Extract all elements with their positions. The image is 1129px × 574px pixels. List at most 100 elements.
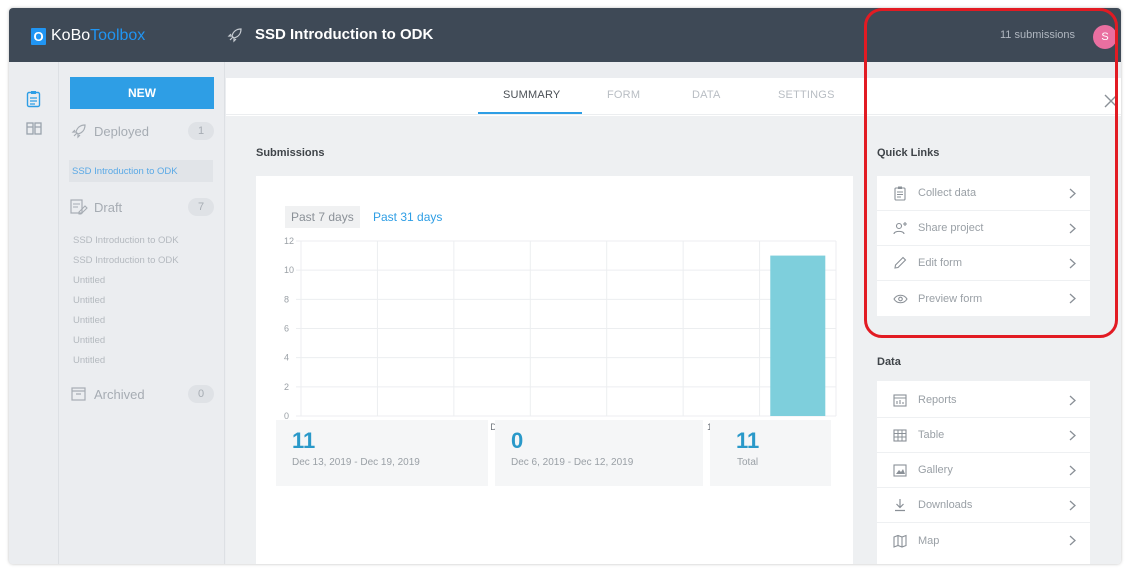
draft-item[interactable]: Untitled: [70, 270, 214, 290]
draft-item[interactable]: SSD Introduction to ODK: [70, 230, 214, 250]
quick-link-label: Preview form: [918, 292, 983, 305]
chevron-right-icon: [1069, 465, 1076, 475]
quick-links-heading: Quick Links: [877, 147, 940, 159]
forms-icon[interactable]: [26, 90, 41, 108]
data-link-gallery[interactable]: Gallery: [877, 453, 1090, 488]
quick-link-label: Share project: [918, 222, 984, 234]
tab-form[interactable]: FORM: [607, 89, 640, 101]
logo-text-kobo: KoBo: [51, 27, 91, 44]
stat-last-week: 0 Dec 6, 2019 - Dec 12, 2019: [495, 420, 703, 486]
tab-settings[interactable]: SETTINGS: [778, 89, 835, 101]
map-icon: [892, 534, 907, 548]
draft-count-badge: 7: [188, 198, 214, 216]
tab-summary[interactable]: SUMMARY: [503, 89, 560, 101]
logo-mark: O: [31, 27, 46, 45]
tab-data[interactable]: DATA: [692, 89, 721, 101]
gallery-icon: [893, 463, 907, 477]
table-icon: [893, 428, 907, 442]
draft-item[interactable]: Untitled: [70, 290, 214, 310]
kobotoolbox-logo[interactable]: O KoBo Toolbox: [31, 27, 145, 45]
draft-item[interactable]: Untitled: [70, 350, 214, 370]
data-link-label: Gallery: [918, 464, 953, 476]
submissions-chart-card: Past 7 days Past 31 days 02468101213 Dec…: [256, 176, 853, 564]
archived-count-badge: 0: [188, 385, 214, 403]
range-past-7-days[interactable]: Past 7 days: [285, 206, 360, 228]
clipboard-icon: [894, 186, 906, 201]
data-link-map[interactable]: Map: [877, 523, 1090, 558]
deployed-item[interactable]: SSD Introduction to ODK: [69, 160, 213, 182]
library-icon[interactable]: [26, 120, 42, 136]
quick-link-share-project[interactable]: Share project: [877, 211, 1090, 246]
archived-label: Archived: [94, 386, 145, 402]
stat-total: 11 Total: [710, 420, 831, 486]
data-link-label: Table: [918, 429, 945, 441]
stat-label: Dec 13, 2019 - Dec 19, 2019: [292, 457, 420, 468]
project-tabs: SUMMARY FORM DATA SETTINGS: [226, 78, 1121, 115]
data-link-label: Downloads: [918, 499, 973, 511]
stat-value: 11: [292, 428, 316, 453]
y-tick-label: 10: [284, 265, 294, 275]
y-tick-label: 2: [284, 382, 289, 392]
data-link-label: Map: [918, 534, 940, 547]
draft-item[interactable]: Untitled: [70, 330, 214, 350]
stat-label: Dec 6, 2019 - Dec 12, 2019: [511, 457, 634, 468]
stat-this-week: 11 Dec 13, 2019 - Dec 19, 2019: [276, 420, 488, 486]
data-link-table[interactable]: Table: [877, 418, 1090, 453]
archive-icon: [71, 387, 86, 401]
data-heading: Data: [877, 356, 901, 368]
chevron-right-icon: [1069, 535, 1076, 546]
draft-item[interactable]: Untitled: [70, 310, 214, 330]
quick-link-edit-form[interactable]: Edit form: [877, 246, 1090, 281]
stat-value: 11: [736, 428, 760, 453]
draft-header[interactable]: Draft 7: [70, 197, 214, 217]
data-link-downloads[interactable]: Downloads: [877, 488, 1090, 523]
main-panel: SUMMARY FORM DATA SETTINGS Submissions P…: [226, 78, 1121, 564]
y-tick-label: 12: [284, 236, 294, 246]
chart-bar: [770, 255, 826, 416]
chevron-right-icon: [1069, 430, 1076, 440]
quick-link-collect-data[interactable]: Collect data: [877, 176, 1090, 211]
quick-link-preview-form[interactable]: Preview form: [877, 281, 1090, 316]
quick-link-label: Collect data: [918, 187, 977, 199]
draft-label: Draft: [94, 199, 123, 215]
rocket-icon: [227, 27, 242, 42]
quick-link-label: Edit form: [918, 257, 963, 269]
submission-count: 11 submissions: [1000, 29, 1075, 41]
top-header: O KoBo Toolbox SSD Introduction to ODK 11…: [9, 8, 1121, 62]
draft-icon: [70, 199, 88, 215]
app-window: O KoBo Toolbox SSD Introduction to ODK 11…: [9, 8, 1121, 564]
add-user-icon: [892, 222, 907, 235]
summary-content: Submissions Past 7 days Past 31 days 0 2 4…: [226, 116, 1121, 564]
submissions-heading: Submissions: [256, 147, 325, 159]
stat-label: Total: [737, 457, 759, 468]
rocket-icon: [71, 124, 86, 139]
project-title-text: SSD Introduction to ODK: [255, 26, 434, 43]
range-past-31-days[interactable]: Past 31 days: [373, 206, 442, 228]
data-link-reports[interactable]: Reports: [877, 383, 1090, 418]
chevron-right-icon: [1069, 500, 1076, 510]
avatar[interactable]: S: [1093, 25, 1117, 49]
archived-header[interactable]: Archived 0: [70, 384, 214, 404]
y-tick-label: 8: [284, 294, 289, 304]
chevron-right-icon: [1069, 223, 1076, 233]
deployed-header[interactable]: Deployed 1: [70, 121, 214, 141]
close-icon[interactable]: [1104, 94, 1118, 108]
logo-text-toolbox: Toolbox: [90, 27, 146, 44]
stat-value: 0: [511, 428, 524, 453]
chevron-right-icon: [1069, 258, 1076, 268]
chevron-right-icon: [1069, 293, 1076, 304]
data-link-label: Reports: [918, 394, 957, 406]
icon-rail: [9, 62, 59, 564]
chevron-right-icon: [1069, 395, 1076, 405]
chevron-right-icon: [1069, 188, 1076, 198]
new-button[interactable]: NEW: [70, 77, 214, 109]
draft-item[interactable]: SSD Introduction to ODK: [70, 250, 214, 270]
deployed-label: Deployed: [94, 123, 149, 139]
project-title: SSD Introduction to ODK: [227, 26, 433, 43]
reports-icon: [893, 393, 907, 407]
data-links-panel: Reports Table Gallery Downloads Map: [877, 381, 1090, 564]
deployed-count-badge: 1: [188, 122, 214, 140]
y-tick-label: 4: [284, 353, 289, 363]
y-tick-label: 6: [284, 324, 289, 334]
eye-icon: [892, 294, 908, 303]
